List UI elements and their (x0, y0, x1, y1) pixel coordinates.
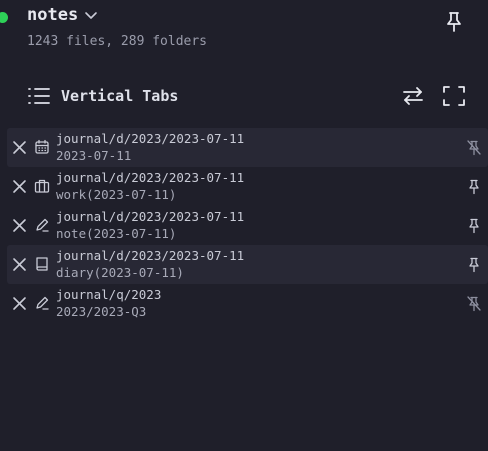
calendar-icon (35, 139, 49, 154)
tab-name: diary(2023-07-11) (56, 265, 184, 280)
vault-stats: 1243 files, 289 folders (27, 34, 208, 49)
vault-name: notes (27, 5, 79, 25)
close-icon[interactable] (12, 140, 27, 155)
pin-icon[interactable] (467, 218, 481, 234)
pencil-icon (36, 296, 49, 310)
tab-item[interactable]: journal/d/2023/2023-07-11 work(2023-07-1… (7, 167, 488, 206)
pencil-icon (36, 218, 49, 232)
tab-item[interactable]: journal/d/2023/2023-07-11 diary(2023-07-… (7, 245, 488, 284)
tab-item[interactable]: journal/q/2023 2023/2023-Q3 (7, 284, 488, 323)
status-dot (0, 12, 8, 23)
close-icon[interactable] (12, 257, 27, 272)
pin-icon[interactable] (467, 257, 481, 273)
tab-item[interactable]: journal/d/2023/2023-07-11 note(2023-07-1… (7, 206, 488, 245)
section-title: Vertical Tabs (61, 87, 179, 105)
tab-name: work(2023-07-11) (56, 187, 177, 202)
close-icon[interactable] (12, 296, 27, 311)
tab-path: journal/d/2023/2023-07-11 (56, 248, 245, 263)
pin-icon[interactable] (443, 10, 465, 34)
tab-name: 2023-07-11 (56, 148, 132, 163)
swap-icon[interactable] (401, 84, 425, 108)
tab-name: 2023/2023-Q3 (56, 304, 147, 319)
vault-switcher[interactable]: notes (27, 5, 98, 25)
tab-name: note(2023-07-11) (56, 226, 177, 241)
tab-item[interactable]: journal/d/2023/2023-07-11 2023-07-11 (7, 128, 488, 167)
tab-path: journal/q/2023 (56, 287, 162, 302)
close-icon[interactable] (12, 179, 27, 194)
vertical-tabs-panel: notes 1243 files, 289 folders Vertical T… (0, 0, 488, 451)
close-icon[interactable] (12, 218, 27, 233)
list-icon (28, 88, 50, 104)
book-icon (36, 257, 48, 271)
chevron-down-icon (85, 12, 97, 19)
section-header: Vertical Tabs (27, 84, 472, 108)
tab-path: journal/d/2023/2023-07-11 (56, 170, 245, 185)
tab-path: journal/d/2023/2023-07-11 (56, 209, 245, 224)
briefcase-icon (34, 179, 50, 193)
tab-path: journal/d/2023/2023-07-11 (56, 131, 245, 146)
pin-off-icon[interactable] (467, 296, 481, 312)
pin-icon[interactable] (467, 179, 481, 195)
pin-off-icon[interactable] (467, 140, 481, 156)
tab-list: journal/d/2023/2023-07-11 2023-07-11 jou… (7, 128, 488, 323)
expand-icon[interactable] (442, 84, 466, 108)
